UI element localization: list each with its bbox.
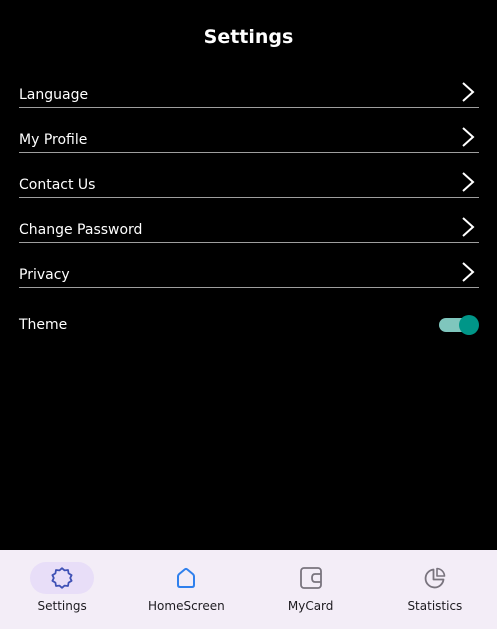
page-title: Settings [203,26,294,48]
settings-screen: Settings Language My Profile Contact Us … [0,0,497,629]
nav-icon-container [403,562,467,594]
settings-item-label: My Profile [19,132,88,148]
settings-item-privacy[interactable]: Privacy [19,243,479,288]
chevron-right-icon [462,82,475,102]
settings-item-label: Change Password [19,222,143,238]
theme-row: Theme [19,310,479,340]
nav-icon-container [154,562,218,594]
settings-item-language[interactable]: Language [19,63,479,108]
theme-toggle[interactable] [439,315,479,335]
toggle-thumb [459,315,479,335]
bottom-navigation: Settings HomeScreen MyCard Statistics [0,550,497,629]
settings-item-label: Privacy [19,267,70,283]
settings-item-label: Language [19,87,89,103]
nav-item-statistics[interactable]: Statistics [373,550,497,629]
settings-item-contact-us[interactable]: Contact Us [19,153,479,198]
nav-label: Statistics [407,599,463,613]
gear-icon [51,567,73,589]
settings-item-change-password[interactable]: Change Password [19,198,479,243]
theme-label: Theme [19,317,68,333]
chevron-right-icon [462,262,475,282]
settings-item-my-profile[interactable]: My Profile [19,108,479,153]
nav-item-mycard[interactable]: MyCard [249,550,373,629]
nav-icon-container [279,562,343,594]
settings-list: Language My Profile Contact Us Change Pa… [19,63,479,288]
settings-item-label: Contact Us [19,177,96,193]
chevron-right-icon [462,217,475,237]
nav-label: Settings [37,599,87,613]
nav-label: MyCard [287,599,334,613]
nav-item-settings[interactable]: Settings [0,550,124,629]
home-icon [177,567,196,588]
chevron-right-icon [462,172,475,192]
pie-chart-icon [424,567,446,589]
chevron-right-icon [462,127,475,147]
nav-label: HomeScreen [148,599,225,613]
nav-item-homescreen[interactable]: HomeScreen [124,550,248,629]
nav-active-indicator [30,562,95,594]
wallet-icon [299,567,322,589]
